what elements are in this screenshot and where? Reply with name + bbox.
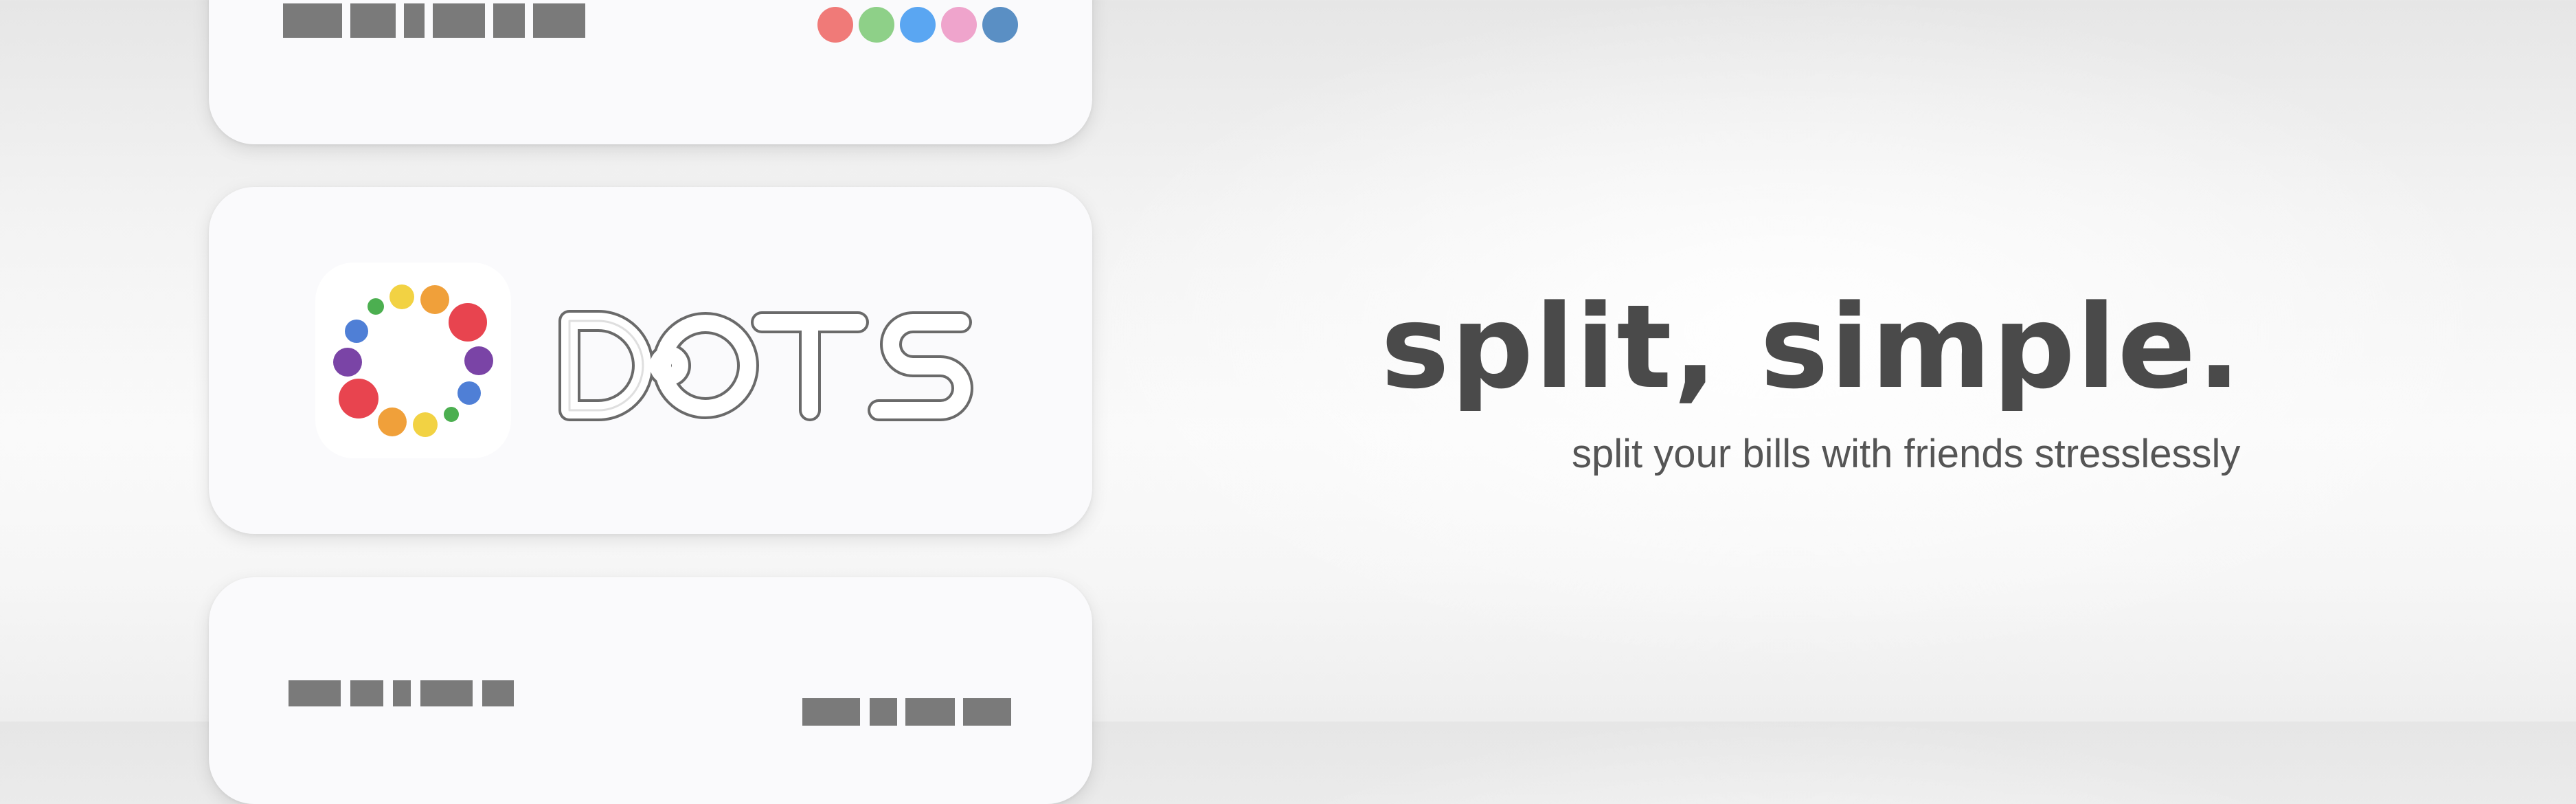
placeholder-bar xyxy=(283,3,342,38)
placeholder-bar xyxy=(802,698,860,726)
placeholder-bar xyxy=(350,3,396,38)
placeholder-bar xyxy=(433,3,485,38)
top-card[interactable] xyxy=(209,0,1092,144)
color-dot xyxy=(900,7,936,43)
placeholder-bar xyxy=(493,3,525,38)
brand-card[interactable] xyxy=(209,187,1092,534)
color-dot xyxy=(859,7,894,43)
placeholder-bar xyxy=(533,3,585,38)
color-dot xyxy=(982,7,1018,43)
dots-wordmark xyxy=(556,307,982,427)
color-dot xyxy=(941,7,977,43)
headline: split, simple. xyxy=(1381,280,2243,414)
placeholder-bar xyxy=(289,680,341,706)
bottom-card[interactable] xyxy=(209,577,1092,804)
placeholder-bar xyxy=(420,680,473,706)
placeholder-bar xyxy=(393,680,411,706)
placeholder-bar xyxy=(870,698,897,726)
placeholder-bar xyxy=(350,680,383,706)
dots-ring-icon xyxy=(315,263,511,458)
color-dot xyxy=(817,7,853,43)
placeholder-bar xyxy=(963,698,1011,726)
placeholder-bar xyxy=(404,3,425,38)
placeholder-bar xyxy=(482,680,514,706)
tagline: split your bills with friends stressless… xyxy=(1572,432,2241,476)
placeholder-bar xyxy=(905,698,955,726)
